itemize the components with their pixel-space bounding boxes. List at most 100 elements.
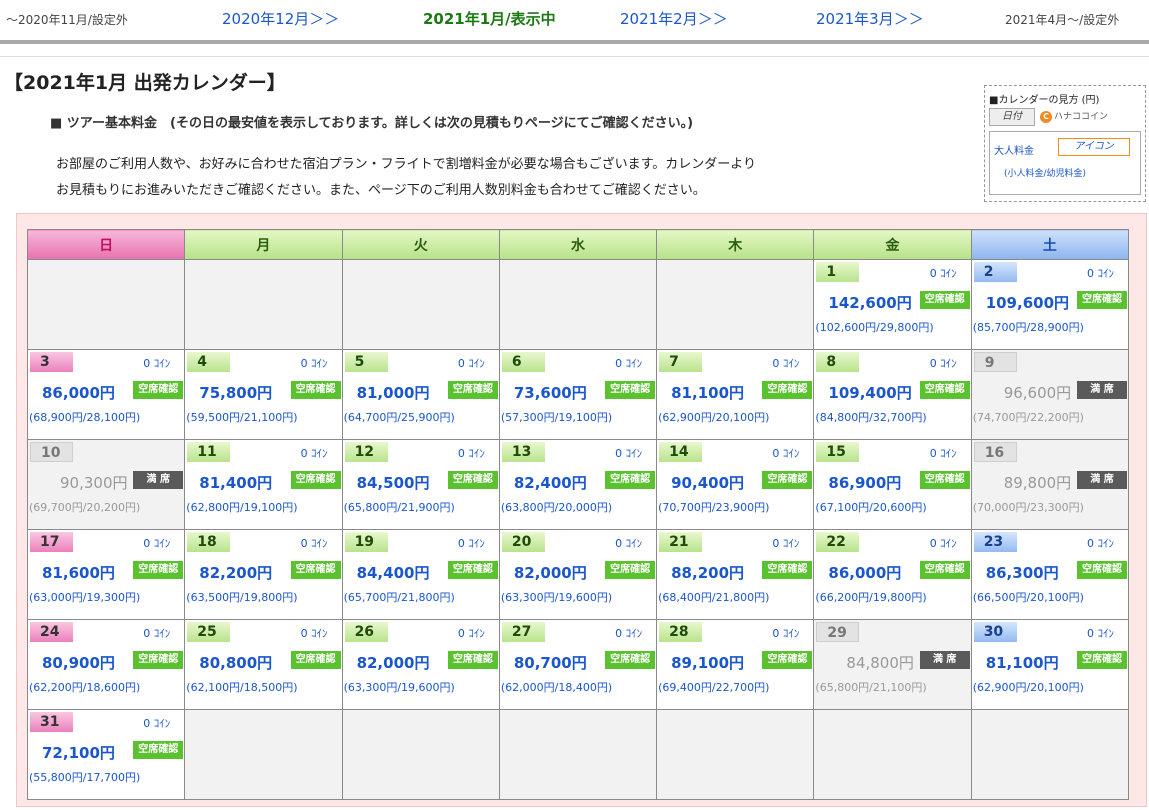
calendar-day-cell: 29 84,800円満 席 (65,800円/21,100円) xyxy=(813,619,972,710)
adult-price[interactable]: 86,900円 xyxy=(828,472,901,493)
child-infant-price: (70,000円/23,300円) xyxy=(972,501,1084,514)
adult-price[interactable]: 81,100円 xyxy=(986,652,1059,673)
child-infant-price: (102,600円/29,800円) xyxy=(815,321,934,334)
adult-price[interactable]: 73,600円 xyxy=(514,382,587,403)
calendar-day-cell[interactable]: 3 0 ｺｲﾝ 86,000円 空席確認 (68,900円/28,100円) xyxy=(26,349,186,440)
calendar-day-cell[interactable]: 26 0 ｺｲﾝ 82,000円 空席確認 (63,300円/19,600円) xyxy=(341,619,500,710)
adult-price[interactable]: 86,300円 xyxy=(986,562,1059,583)
availability-check-button[interactable]: 空席確認 xyxy=(605,651,656,669)
calendar-day-cell[interactable]: 15 0 ｺｲﾝ 86,900円 空席確認 (67,100円/20,600円) xyxy=(813,439,972,530)
price-description: お部屋のご利用人数や、お好みに合わせた宿泊プラン・フライトで割増料金が必要な場合… xyxy=(56,152,756,204)
adult-price[interactable]: 90,400円 xyxy=(671,472,744,493)
adult-price[interactable]: 81,600円 xyxy=(42,562,115,583)
adult-price[interactable]: 82,000円 xyxy=(514,562,587,583)
adult-price[interactable]: 86,000円 xyxy=(42,382,115,403)
availability-check-button[interactable]: 空席確認 xyxy=(447,471,498,489)
day-number: 23 xyxy=(973,532,1017,552)
availability-check-button[interactable]: 空席確認 xyxy=(133,741,184,759)
nav-month-mar-2021[interactable]: 2021年3月＞＞ xyxy=(816,8,924,29)
calendar-day-cell[interactable]: 18 0 ｺｲﾝ 82,200円 空席確認 (63,500円/19,800円) xyxy=(184,529,343,620)
adult-price[interactable]: 81,000円 xyxy=(357,382,430,403)
calendar-day-cell[interactable]: 17 0 ｺｲﾝ 81,600円 空席確認 (63,000円/19,300円) xyxy=(26,529,186,620)
nav-month-current: 2021年1月/表示中 xyxy=(423,10,556,28)
adult-price[interactable]: 109,400円 xyxy=(828,382,911,403)
availability-check-button[interactable]: 空席確認 xyxy=(447,381,498,399)
availability-check-button[interactable]: 空席確認 xyxy=(605,381,656,399)
calendar-day-cell[interactable]: 5 0 ｺｲﾝ 81,000円 空席確認 (64,700円/25,900円) xyxy=(341,349,500,440)
availability-check-button[interactable]: 空席確認 xyxy=(762,651,813,669)
availability-check-button[interactable]: 空席確認 xyxy=(762,471,813,489)
availability-check-button[interactable]: 空席確認 xyxy=(762,381,813,399)
availability-check-button[interactable]: 空席確認 xyxy=(290,561,341,579)
availability-check-button[interactable]: 空席確認 xyxy=(605,471,656,489)
adult-price[interactable]: 81,400円 xyxy=(199,472,272,493)
calendar-day-cell[interactable]: 31 0 ｺｲﾝ 72,100円 空席確認 (55,800円/17,700円) xyxy=(26,709,186,800)
calendar-day-cell[interactable]: 24 0 ｺｲﾝ 80,900円 空席確認 (62,200円/18,600円) xyxy=(26,619,186,710)
calendar-day-cell[interactable]: 1 0 ｺｲﾝ 142,600円 空席確認 (102,600円/29,800円) xyxy=(813,259,972,350)
nav-month-dec-2020[interactable]: 2020年12月＞＞ xyxy=(222,8,339,29)
adult-price[interactable]: 84,400円 xyxy=(357,562,430,583)
availability-check-button[interactable]: 空席確認 xyxy=(290,651,341,669)
adult-price[interactable]: 72,100円 xyxy=(42,742,115,763)
calendar-day-cell[interactable]: 28 0 ｺｲﾝ 89,100円 空席確認 (69,400円/22,700円) xyxy=(656,619,815,710)
calendar-day-cell[interactable]: 19 0 ｺｲﾝ 84,400円 空席確認 (65,700円/21,800円) xyxy=(341,529,500,620)
calendar-day-cell[interactable]: 22 0 ｺｲﾝ 86,000円 空席確認 (66,200円/19,800円) xyxy=(813,529,972,620)
availability-check-button[interactable]: 空席確認 xyxy=(133,561,184,579)
availability-check-button[interactable]: 空席確認 xyxy=(605,561,656,579)
calendar-day-cell[interactable]: 13 0 ｺｲﾝ 82,400円 空席確認 (63,800円/20,000円) xyxy=(498,439,658,530)
calendar-day-cell[interactable]: 20 0 ｺｲﾝ 82,000円 空席確認 (63,300円/19,600円) xyxy=(498,529,658,620)
calendar-day-cell[interactable]: 27 0 ｺｲﾝ 80,700円 空席確認 (62,000円/18,400円) xyxy=(498,619,658,710)
adult-price[interactable]: 75,800円 xyxy=(199,382,272,403)
adult-price: 89,800円 xyxy=(1003,474,1072,492)
adult-price[interactable]: 82,000円 xyxy=(357,652,430,673)
adult-price[interactable]: 80,800円 xyxy=(199,652,272,673)
coin-amount: 0 ｺｲﾝ xyxy=(929,357,957,370)
nav-prev-off: ～2020年11月/設定外 xyxy=(6,13,128,27)
calendar-day-cell[interactable]: 14 0 ｺｲﾝ 90,400円 空席確認 (70,700円/23,900円) xyxy=(656,439,815,530)
day-number: 9 xyxy=(973,352,1017,372)
adult-price[interactable]: 82,200円 xyxy=(199,562,272,583)
coin-amount: 0 ｺｲﾝ xyxy=(615,627,643,640)
calendar-day-cell[interactable]: 2 0 ｺｲﾝ 109,600円 空席確認 (85,700円/28,900円) xyxy=(970,259,1130,350)
adult-price[interactable]: 88,200円 xyxy=(671,562,744,583)
adult-price[interactable]: 86,000円 xyxy=(828,562,901,583)
adult-price[interactable]: 81,100円 xyxy=(671,382,744,403)
calendar-day-cell[interactable]: 23 0 ｺｲﾝ 86,300円 空席確認 (66,500円/20,100円) xyxy=(970,529,1130,620)
calendar-day-cell[interactable]: 4 0 ｺｲﾝ 75,800円 空席確認 (59,500円/21,100円) xyxy=(184,349,343,440)
calendar-day-cell[interactable]: 11 0 ｺｲﾝ 81,400円 空席確認 (62,800円/19,100円) xyxy=(184,439,343,530)
adult-price[interactable]: 80,900円 xyxy=(42,652,115,673)
availability-check-button[interactable]: 空席確認 xyxy=(919,381,970,399)
calendar-day-cell[interactable]: 25 0 ｺｲﾝ 80,800円 空席確認 (62,100円/18,500円) xyxy=(184,619,343,710)
nav-month-feb-2021[interactable]: 2021年2月＞＞ xyxy=(620,8,728,29)
availability-check-button[interactable]: 空席確認 xyxy=(762,561,813,579)
availability-check-button[interactable]: 空席確認 xyxy=(1077,291,1127,309)
availability-check-button[interactable]: 空席確認 xyxy=(919,291,970,309)
day-number: 15 xyxy=(816,442,860,462)
adult-price[interactable]: 84,500円 xyxy=(357,472,430,493)
adult-price[interactable]: 109,600円 xyxy=(986,292,1069,313)
calendar-day-cell[interactable]: 8 0 ｺｲﾝ 109,400円 空席確認 (84,800円/32,700円) xyxy=(813,349,972,440)
adult-price[interactable]: 142,600円 xyxy=(828,292,911,313)
availability-check-button[interactable]: 空席確認 xyxy=(290,471,341,489)
calendar-day-cell[interactable]: 21 0 ｺｲﾝ 88,200円 空席確認 (68,400円/21,800円) xyxy=(656,529,815,620)
calendar-day-cell[interactable]: 7 0 ｺｲﾝ 81,100円 空席確認 (62,900円/20,100円) xyxy=(656,349,815,440)
calendar-day-cell[interactable]: 6 0 ｺｲﾝ 73,600円 空席確認 (57,300円/19,100円) xyxy=(498,349,658,440)
coin-amount: 0 ｺｲﾝ xyxy=(1087,627,1114,640)
child-infant-price: (55,800円/17,700円) xyxy=(29,771,141,784)
availability-check-button[interactable]: 空席確認 xyxy=(919,471,970,489)
adult-price[interactable]: 80,700円 xyxy=(514,652,587,673)
calendar-day-cell[interactable]: 30 0 ｺｲﾝ 81,100円 空席確認 (62,900円/20,100円) xyxy=(970,619,1130,710)
availability-check-button[interactable]: 空席確認 xyxy=(919,561,970,579)
child-infant-price: (70,700円/23,900円) xyxy=(658,501,770,514)
availability-check-button[interactable]: 空席確認 xyxy=(133,651,184,669)
adult-price[interactable]: 89,100円 xyxy=(671,652,744,673)
availability-check-button[interactable]: 空席確認 xyxy=(290,381,341,399)
adult-price[interactable]: 82,400円 xyxy=(514,472,587,493)
availability-check-button[interactable]: 空席確認 xyxy=(447,651,498,669)
availability-check-button[interactable]: 空席確認 xyxy=(1077,651,1127,669)
availability-check-button[interactable]: 空席確認 xyxy=(133,381,184,399)
sold-out-badge: 満 席 xyxy=(919,651,970,669)
availability-check-button[interactable]: 空席確認 xyxy=(447,561,498,579)
calendar-day-cell[interactable]: 12 0 ｺｲﾝ 84,500円 空席確認 (65,800円/21,900円) xyxy=(341,439,500,530)
availability-check-button[interactable]: 空席確認 xyxy=(1077,561,1127,579)
